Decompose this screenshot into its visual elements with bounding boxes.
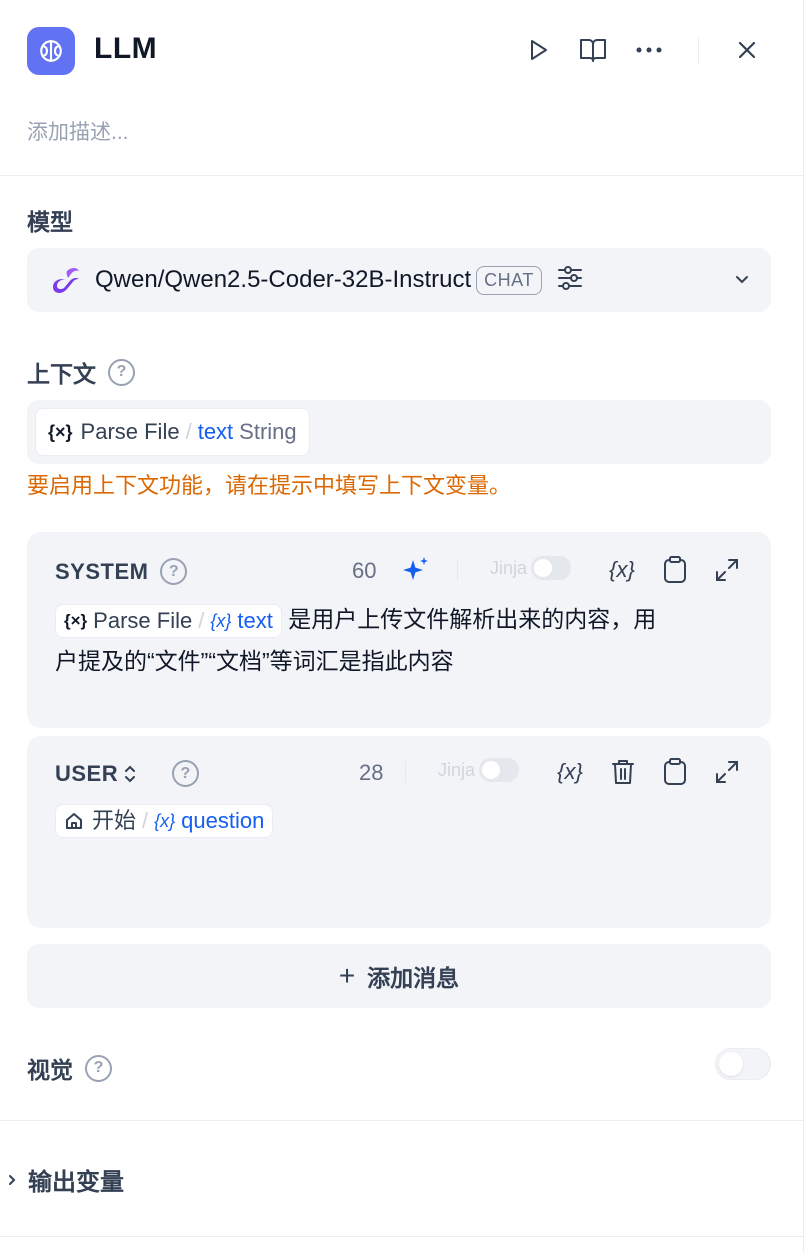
system-prompt-line1: 是用户上传文件解析出来的内容，用 xyxy=(288,606,657,632)
user-prompt-card: USER ? 28 Jinja {x} 开始 / {x} question xyxy=(27,736,771,928)
header-divider-line xyxy=(0,175,804,176)
expand-button[interactable] xyxy=(711,554,743,586)
chevron-up-down-icon xyxy=(125,765,136,782)
context-label: 上下文 ? xyxy=(27,355,135,389)
chevron-right-icon xyxy=(9,1174,16,1185)
header-divider xyxy=(698,38,699,64)
chevron-down-icon xyxy=(736,276,748,284)
variable-icon: {x} xyxy=(210,610,232,631)
plus-icon: + xyxy=(338,960,356,991)
variable-icon: {x} xyxy=(154,810,176,831)
system-prompt-card: SYSTEM ? 60 Jinja {x} {×} Parse File / {… xyxy=(27,532,771,728)
model-logo-icon xyxy=(53,268,79,293)
jinja-switch[interactable] xyxy=(479,758,520,782)
delete-message-button[interactable] xyxy=(607,756,639,788)
model-mode-badge: CHAT xyxy=(476,265,542,295)
variable-icon: {x} xyxy=(609,557,635,582)
insert-variable-button[interactable]: {x} xyxy=(606,554,638,586)
jinja-switch[interactable] xyxy=(531,556,572,580)
output-variables-toggle[interactable]: 输出变量 xyxy=(6,1162,124,1197)
help-icon[interactable]: ? xyxy=(160,558,188,585)
context-variable-pill[interactable]: {×} Parse File / text String xyxy=(35,408,310,456)
more-button[interactable] xyxy=(633,34,665,66)
section-divider xyxy=(0,1120,804,1121)
user-jinja-toggle[interactable]: Jinja xyxy=(438,758,520,782)
description-input[interactable]: 添加描述... xyxy=(27,116,129,146)
context-var-node: Parse File xyxy=(80,419,180,444)
user-prompt-text[interactable]: 开始 / {x} question xyxy=(55,798,745,840)
generate-prompt-button[interactable] xyxy=(400,554,432,586)
model-selector[interactable]: Qwen/Qwen2.5-Coder-32B-Instruct CHAT xyxy=(27,248,771,312)
user-token-count: 28 xyxy=(359,760,384,785)
help-icon[interactable]: ? xyxy=(108,358,135,386)
more-icon xyxy=(636,47,662,53)
expand-button[interactable] xyxy=(711,756,743,788)
user-role-selector[interactable]: USER ? xyxy=(55,760,200,787)
trash-icon xyxy=(612,760,634,784)
variable-icon: {×} xyxy=(64,610,88,630)
model-settings-button[interactable] xyxy=(556,264,584,297)
insert-variable-button[interactable]: {x} xyxy=(554,756,586,788)
system-prompt-line2: 户提及的“文件”“文档”等词汇是指此内容 xyxy=(55,648,454,674)
system-variable-pill[interactable]: {×} Parse File / {x} text xyxy=(55,603,282,638)
close-button[interactable] xyxy=(731,34,763,66)
toolbar-divider xyxy=(405,761,406,783)
copy-button[interactable] xyxy=(659,554,691,586)
system-jinja-toggle[interactable]: Jinja xyxy=(490,556,572,580)
context-variable-selector[interactable]: {×} Parse File / text String xyxy=(27,400,771,464)
llm-node-panel: LLM 添加描述... 模型 Qwen/Qwen2.5-Coder-32B-In… xyxy=(0,0,804,1252)
play-icon xyxy=(531,40,547,60)
home-icon xyxy=(66,812,82,829)
settings-sliders-icon xyxy=(557,265,582,290)
system-prompt-text[interactable]: {×} Parse File / {x} text 是用户上传文件解析出来的内容… xyxy=(55,598,745,682)
path-separator: / xyxy=(185,419,192,444)
toolbar-divider xyxy=(457,559,458,581)
docs-button[interactable] xyxy=(577,34,609,66)
brain-icon xyxy=(27,27,75,75)
system-role-label: SYSTEM ? xyxy=(55,558,188,585)
run-button[interactable] xyxy=(522,34,554,66)
help-icon[interactable]: ? xyxy=(85,1054,112,1082)
copy-button[interactable] xyxy=(659,756,691,788)
system-token-count: 60 xyxy=(352,558,377,583)
context-warning: 要启用上下文功能，请在提示中填写上下文变量。 xyxy=(27,473,512,498)
vision-label: 视觉 ? xyxy=(27,1051,112,1085)
copy-icon xyxy=(664,556,686,583)
model-label: 模型 xyxy=(27,209,73,235)
variable-icon: {×} xyxy=(48,421,73,442)
book-icon xyxy=(580,39,606,62)
model-name: Qwen/Qwen2.5-Coder-32B-Instruct xyxy=(95,266,472,293)
copy-icon xyxy=(664,758,686,785)
help-icon[interactable]: ? xyxy=(172,760,200,787)
add-message-button[interactable]: + 添加消息 xyxy=(27,944,771,1008)
node-title[interactable]: LLM xyxy=(94,32,157,66)
bottom-divider xyxy=(0,1236,804,1237)
sparkle-icon xyxy=(403,557,428,580)
expand-icon xyxy=(716,761,738,783)
vision-toggle[interactable] xyxy=(715,1048,771,1080)
context-var-name: text xyxy=(197,419,234,444)
variable-icon: {x} xyxy=(557,759,583,784)
user-variable-pill[interactable]: 开始 / {x} question xyxy=(55,803,274,838)
context-var-type: String xyxy=(239,419,297,444)
close-icon xyxy=(738,41,756,59)
expand-icon xyxy=(716,559,738,581)
